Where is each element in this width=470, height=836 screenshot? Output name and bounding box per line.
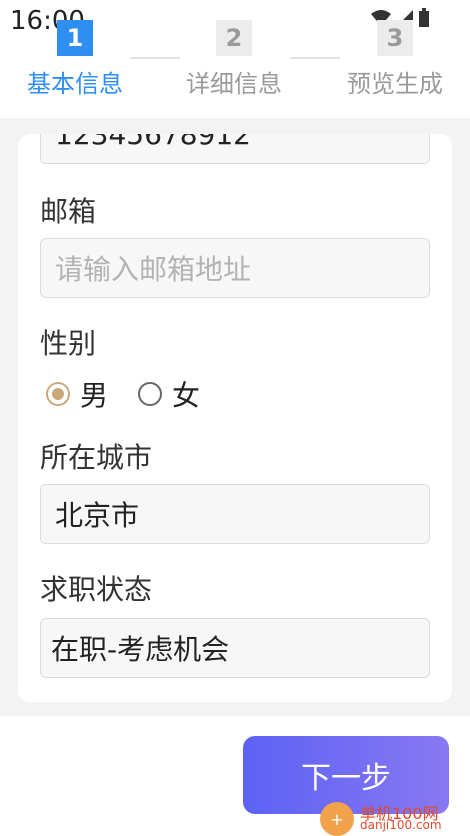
radio-checked-icon (46, 382, 70, 406)
form-card: 12345678912 邮箱 请输入邮箱地址 性别 男 女 所在城市 北京市 求… (18, 134, 452, 702)
job-status-label: 求职状态 (40, 573, 153, 606)
gender-label: 性别 (40, 327, 97, 360)
watermark: + 单机100网 danji100.com (320, 800, 470, 836)
phone-field[interactable]: 12345678912 (40, 134, 430, 164)
gender-option-label: 男 (80, 379, 109, 412)
step-label: 基本信息 (27, 70, 123, 98)
step-indicator: 1 基本信息 2 详细信息 3 预览生成 (0, 20, 470, 120)
gender-option-female[interactable]: 女 (138, 374, 200, 414)
city-field[interactable]: 北京市 (40, 484, 430, 544)
radio-unchecked-icon (138, 382, 163, 406)
email-field[interactable]: 请输入邮箱地址 (40, 238, 430, 298)
gender-option-male[interactable]: 男 (46, 374, 108, 414)
gender-radio-group: 男 女 (46, 374, 200, 414)
gender-option-label: 女 (172, 379, 201, 412)
step-1[interactable]: 1 基本信息 (10, 20, 140, 99)
step-2[interactable]: 2 详细信息 (169, 20, 299, 99)
job-status-select[interactable]: 在职-考虑机会 (40, 618, 430, 678)
step-number: 3 (377, 20, 413, 56)
watermark-logo-icon: + (320, 802, 354, 836)
step-label: 详细信息 (186, 70, 282, 98)
step-number: 1 (57, 20, 93, 56)
watermark-subtext: danji100.com (360, 818, 442, 832)
city-label: 所在城市 (40, 441, 153, 474)
step-number: 2 (216, 20, 252, 56)
email-label: 邮箱 (40, 195, 97, 228)
step-label: 预览生成 (347, 70, 443, 98)
step-3[interactable]: 3 预览生成 (330, 20, 460, 99)
